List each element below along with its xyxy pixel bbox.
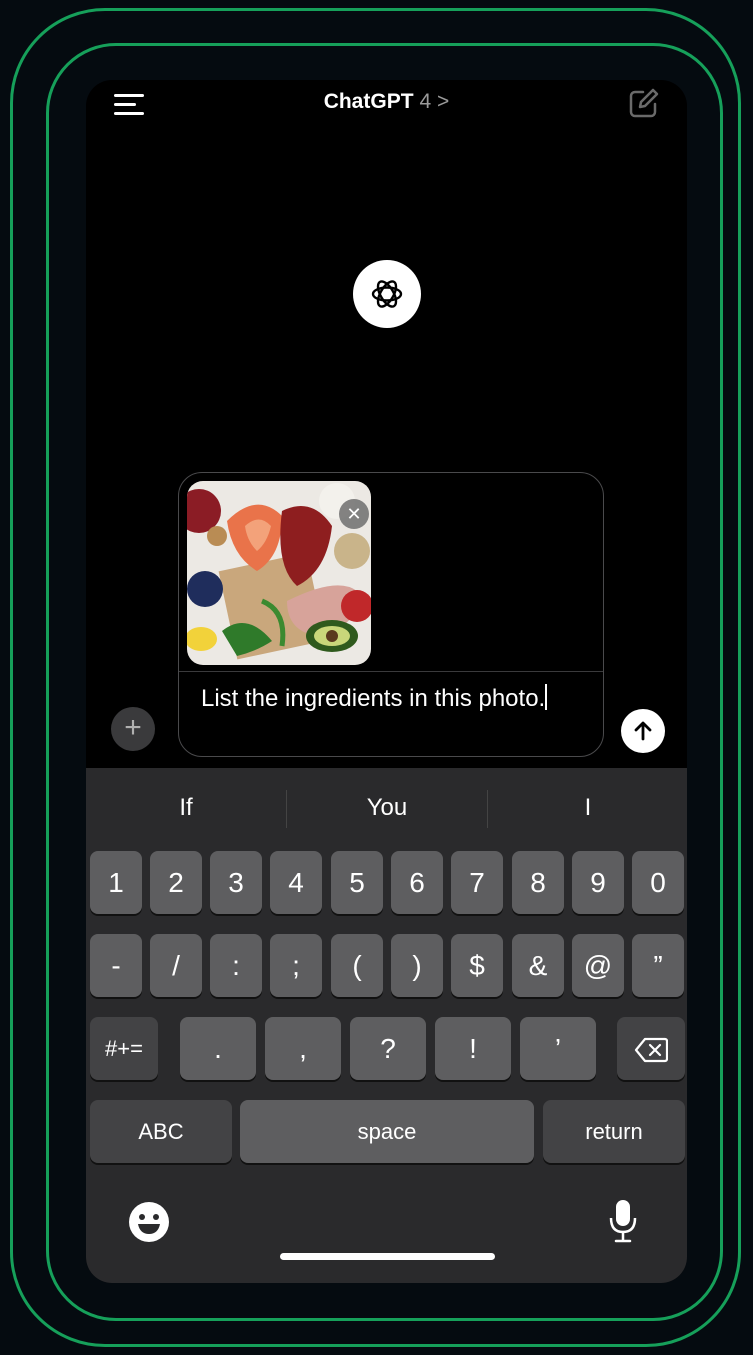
key-more-symbols[interactable]: #+= — [90, 1017, 158, 1080]
key-semicolon[interactable]: ; — [270, 934, 322, 997]
model-selector[interactable]: ChatGPT 4 > — [86, 90, 687, 114]
send-button[interactable] — [621, 709, 665, 753]
key-slash[interactable]: / — [150, 934, 202, 997]
key-7[interactable]: 7 — [451, 851, 503, 914]
text-caret — [545, 684, 548, 710]
key-1[interactable]: 1 — [90, 851, 142, 914]
key-return[interactable]: return — [543, 1100, 685, 1163]
key-6[interactable]: 6 — [391, 851, 443, 914]
key-3[interactable]: 3 — [210, 851, 262, 914]
key-0[interactable]: 0 — [632, 851, 684, 914]
key-4[interactable]: 4 — [270, 851, 322, 914]
app-screen: ChatGPT 4 > + ✕ List the ingredients in … — [86, 80, 687, 1283]
openai-logo-icon — [371, 280, 403, 308]
key-at[interactable]: @ — [572, 934, 624, 997]
microphone-icon[interactable] — [608, 1198, 638, 1244]
key-exclamation[interactable]: ! — [435, 1017, 511, 1080]
key-comma[interactable]: , — [265, 1017, 341, 1080]
key-close-paren[interactable]: ) — [391, 934, 443, 997]
model-version: 4 > — [419, 90, 450, 113]
chatgpt-logo — [353, 260, 421, 328]
key-apostrophe[interactable]: ’ — [520, 1017, 596, 1080]
key-9[interactable]: 9 — [572, 851, 624, 914]
key-2[interactable]: 2 — [150, 851, 202, 914]
attached-image[interactable]: ✕ — [187, 481, 371, 665]
key-ampersand[interactable]: & — [512, 934, 564, 997]
key-question[interactable]: ? — [350, 1017, 426, 1080]
key-open-paren[interactable]: ( — [331, 934, 383, 997]
arrow-up-icon — [634, 721, 652, 741]
message-text: List the ingredients in this photo. — [201, 685, 546, 712]
keyboard: If You I 1 2 3 4 5 6 7 8 9 0 - / : ; ( )… — [86, 768, 687, 1283]
home-indicator[interactable] — [280, 1253, 495, 1260]
message-input[interactable]: List the ingredients in this photo. — [201, 683, 581, 714]
composer-divider — [179, 671, 603, 672]
key-5[interactable]: 5 — [331, 851, 383, 914]
suggestion-2[interactable]: You — [287, 794, 487, 822]
backspace-icon — [634, 1038, 669, 1063]
backspace-key[interactable] — [617, 1017, 685, 1080]
predictive-bar: If You I — [86, 768, 687, 848]
message-composer[interactable]: ✕ List the ingredients in this photo. — [178, 472, 604, 757]
key-colon[interactable]: : — [210, 934, 262, 997]
key-quote[interactable]: ” — [632, 934, 684, 997]
key-8[interactable]: 8 — [512, 851, 564, 914]
key-space[interactable]: space — [240, 1100, 534, 1163]
key-dollar[interactable]: $ — [451, 934, 503, 997]
app-title: ChatGPT — [323, 90, 414, 113]
key-hyphen[interactable]: - — [90, 934, 142, 997]
emoji-icon[interactable] — [128, 1201, 170, 1243]
attach-plus-button[interactable]: + — [111, 707, 155, 751]
suggestion-1[interactable]: If — [86, 794, 286, 822]
new-chat-icon[interactable] — [627, 86, 661, 120]
key-abc[interactable]: ABC — [90, 1100, 232, 1163]
key-period[interactable]: . — [180, 1017, 256, 1080]
remove-image-button[interactable]: ✕ — [339, 499, 369, 529]
suggestion-3[interactable]: I — [488, 794, 687, 822]
